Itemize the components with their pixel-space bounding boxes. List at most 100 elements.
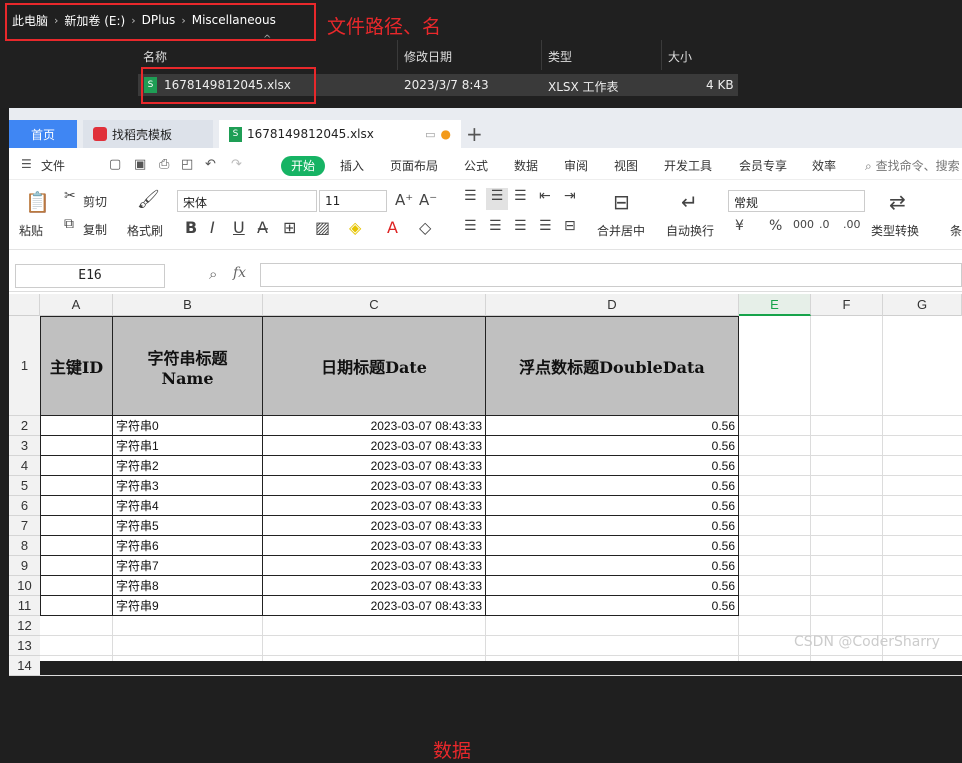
align-center-icon[interactable]: ☰ <box>489 218 502 234</box>
table-cell[interactable] <box>40 556 113 576</box>
menu-member[interactable]: 会员专享 <box>739 157 787 174</box>
underline-icon[interactable]: U <box>233 218 245 237</box>
header-cell-double[interactable]: 浮点数标题DoubleData <box>486 316 739 416</box>
row-header[interactable]: 12 <box>9 616 40 636</box>
new-tab-plus-icon[interactable]: + <box>466 122 483 146</box>
table-cell[interactable]: 2023-03-07 08:43:33 <box>263 416 486 436</box>
table-cell[interactable]: 0.56 <box>486 556 739 576</box>
conditional-format-label[interactable]: 条 <box>950 222 962 239</box>
font-select[interactable]: 宋体 <box>177 190 317 212</box>
increase-decimal-icon[interactable]: .0 <box>819 218 830 231</box>
strikethrough-icon[interactable]: A̶ <box>257 218 268 237</box>
select-all-corner[interactable] <box>9 294 40 316</box>
fill-color-icon[interactable]: ◈ <box>349 218 361 237</box>
table-cell[interactable]: 字符串9 <box>113 596 263 616</box>
row-header[interactable]: 7 <box>9 516 40 536</box>
column-header-type[interactable]: 类型 <box>548 48 572 65</box>
merge-label[interactable]: 合并居中 <box>597 222 645 239</box>
table-cell[interactable]: 2023-03-07 08:43:33 <box>263 576 486 596</box>
menu-data[interactable]: 数据 <box>514 157 538 174</box>
align-left-icon[interactable]: ☰ <box>464 218 477 234</box>
row-header[interactable]: 10 <box>9 576 40 596</box>
cut-label[interactable]: 剪切 <box>83 193 107 210</box>
column-header[interactable]: B <box>113 294 263 316</box>
column-header-size[interactable]: 大小 <box>668 48 692 65</box>
bold-icon[interactable]: B <box>185 218 197 237</box>
format-painter-label[interactable]: 格式刷 <box>127 222 163 239</box>
row-header[interactable]: 8 <box>9 536 40 556</box>
column-header-selected[interactable]: E <box>739 294 811 316</box>
table-cell[interactable]: 0.56 <box>486 576 739 596</box>
format-painter-icon[interactable]: 🖌 <box>137 189 160 210</box>
table-cell[interactable] <box>40 516 113 536</box>
table-cell[interactable]: 0.56 <box>486 456 739 476</box>
table-cell[interactable]: 0.56 <box>486 436 739 456</box>
table-cell[interactable]: 2023-03-07 08:43:33 <box>263 556 486 576</box>
menu-formula[interactable]: 公式 <box>464 157 488 174</box>
table-cell[interactable]: 0.56 <box>486 516 739 536</box>
name-box[interactable]: E16 <box>15 264 165 288</box>
row-header[interactable]: 11 <box>9 596 40 616</box>
table-cell[interactable]: 0.56 <box>486 496 739 516</box>
table-cell[interactable]: 字符串7 <box>113 556 263 576</box>
column-header[interactable]: A <box>40 294 113 316</box>
number-format-select[interactable]: 常规 <box>728 190 865 212</box>
table-cell[interactable]: 0.56 <box>486 596 739 616</box>
table-cell[interactable]: 字符串6 <box>113 536 263 556</box>
font-shrink-icon[interactable]: A⁻ <box>419 191 437 209</box>
table-cell[interactable]: 字符串2 <box>113 456 263 476</box>
currency-icon[interactable]: ¥ <box>735 218 744 234</box>
column-header[interactable]: C <box>263 294 486 316</box>
row-header[interactable]: 3 <box>9 436 40 456</box>
menu-file[interactable]: 文件 <box>41 157 65 174</box>
table-cell[interactable] <box>40 416 113 436</box>
print-icon[interactable]: ⎙ <box>159 157 169 172</box>
type-convert-label[interactable]: 类型转换 <box>871 222 919 239</box>
row-header[interactable]: 2 <box>9 416 40 436</box>
row-header[interactable]: 1 <box>9 316 40 416</box>
clear-icon[interactable]: ◇ <box>419 218 431 237</box>
scissors-icon[interactable]: ✂ <box>64 188 76 204</box>
table-cell[interactable]: 字符串8 <box>113 576 263 596</box>
column-header[interactable]: F <box>811 294 883 316</box>
paste-icon[interactable]: 📋 <box>25 190 50 214</box>
table-cell[interactable]: 字符串5 <box>113 516 263 536</box>
table-cell[interactable] <box>40 436 113 456</box>
copy-icon[interactable]: ⧉ <box>64 216 74 232</box>
table-cell[interactable]: 字符串3 <box>113 476 263 496</box>
export-pdf-icon[interactable]: ▣ <box>134 157 146 172</box>
menu-dev-tools[interactable]: 开发工具 <box>664 157 712 174</box>
column-header-name[interactable]: 名称 <box>143 48 167 65</box>
font-size-select[interactable]: 11 <box>319 190 387 212</box>
font-color-icon[interactable]: A <box>387 218 398 237</box>
table-cell[interactable]: 字符串0 <box>113 416 263 436</box>
tab-templates[interactable]: 找稻壳模板 <box>83 120 213 148</box>
column-header[interactable]: G <box>883 294 962 316</box>
wrap-label[interactable]: 自动换行 <box>666 222 714 239</box>
table-cell[interactable] <box>40 496 113 516</box>
table-cell[interactable]: 2023-03-07 08:43:33 <box>263 496 486 516</box>
border-icon[interactable]: ⊞ <box>283 218 296 237</box>
merge-cells-icon[interactable]: ⊟ <box>613 190 630 214</box>
row-header[interactable]: 13 <box>9 636 40 656</box>
align-bottom-icon[interactable]: ☰ <box>514 188 527 204</box>
save-icon[interactable]: ▢ <box>109 157 121 172</box>
header-cell-id[interactable]: 主键ID <box>40 316 113 416</box>
table-cell[interactable]: 2023-03-07 08:43:33 <box>263 436 486 456</box>
monitor-icon[interactable]: ▭ <box>425 128 435 141</box>
align-top-icon[interactable]: ☰ <box>464 188 477 204</box>
fx-icon[interactable]: fx <box>233 265 246 281</box>
justify-icon[interactable]: ☰ <box>539 218 552 234</box>
menu-review[interactable]: 审阅 <box>564 157 588 174</box>
menu-insert[interactable]: 插入 <box>340 157 364 174</box>
font-grow-icon[interactable]: A⁺ <box>395 191 413 209</box>
column-header-date[interactable]: 修改日期 <box>404 48 452 65</box>
table-cell[interactable] <box>40 596 113 616</box>
decrease-decimal-icon[interactable]: .00 <box>843 218 861 231</box>
menu-view[interactable]: 视图 <box>614 157 638 174</box>
table-cell[interactable]: 2023-03-07 08:43:33 <box>263 456 486 476</box>
table-cell[interactable] <box>40 476 113 496</box>
indent-increase-icon[interactable]: ⇥ <box>564 188 576 204</box>
undo-icon[interactable]: ↶ <box>205 157 216 172</box>
wrap-text-icon[interactable]: ↵ <box>681 190 698 214</box>
